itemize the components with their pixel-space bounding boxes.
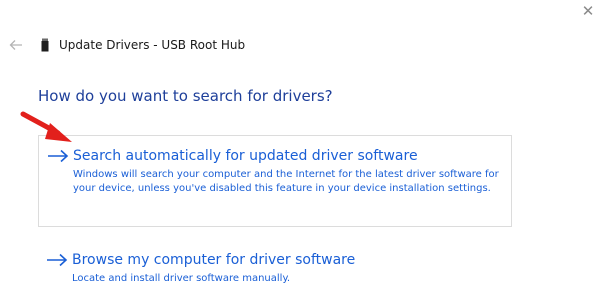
close-icon: ✕	[581, 2, 595, 20]
right-arrow-icon	[46, 250, 72, 270]
option-description: Locate and install driver software manua…	[72, 273, 291, 284]
back-button[interactable]	[8, 37, 24, 53]
search-automatically-option[interactable]: Search automatically for updated driver …	[38, 135, 512, 227]
back-arrow-icon	[9, 40, 22, 50]
option-description: Windows will search your computer and th…	[73, 169, 499, 194]
option-title: Search automatically for updated driver …	[73, 148, 418, 164]
option-title: Browse my computer for driver software	[72, 252, 356, 268]
close-button[interactable]: ✕	[574, 0, 602, 26]
page-heading: How do you want to search for drivers?	[38, 87, 333, 105]
browse-computer-option[interactable]: Browse my computer for driver software L…	[38, 240, 512, 292]
update-drivers-window: ✕ Update Drivers - USB Root Hub How do y…	[0, 0, 614, 305]
red-pointer-arrow-icon	[20, 111, 72, 142]
usb-device-icon	[40, 37, 50, 53]
window-header: Update Drivers - USB Root Hub	[8, 35, 245, 55]
window-title: Update Drivers - USB Root Hub	[59, 38, 246, 52]
right-arrow-icon	[47, 146, 73, 166]
